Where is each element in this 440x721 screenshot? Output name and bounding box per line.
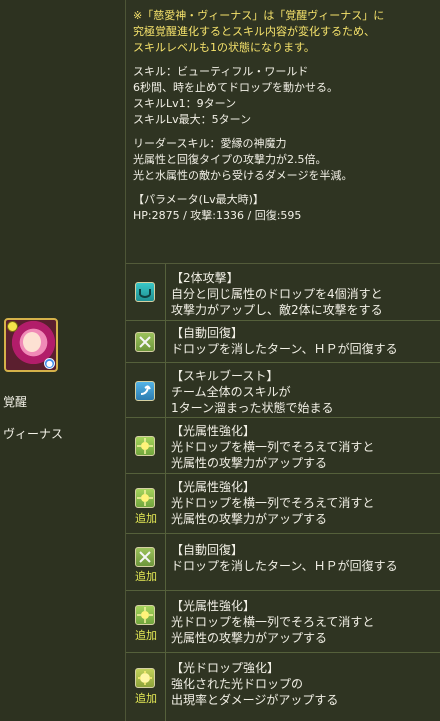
added-tag: 追加 [135, 570, 157, 583]
awakening-title: 【光属性強化】 [171, 424, 256, 438]
character-name-line-1: 覚醒 [3, 395, 28, 409]
leader-skill-desc-2: 光と水属性の敵から受けるダメージを半減。 [133, 169, 353, 182]
awakening-text: 【2体攻撃】 自分と同じ属性のドロップを4個消すと 攻撃力がアップし、敵2体に攻… [171, 270, 383, 318]
awakening-row[interactable]: 追加 【光ドロップ強化】 強化された光ドロップの 出現率とダメージがアップする [126, 653, 440, 721]
light-row-icon [135, 436, 155, 456]
awakening-row[interactable]: 【光属性強化】 光ドロップを横一列でそろえて消すと 光属性の攻撃力がアップする [126, 418, 440, 474]
awakening-title: 【光属性強化】 [171, 599, 256, 613]
blue-a-badge-icon: ● [44, 358, 55, 369]
awakening-line: 光ドロップを横一列でそろえて消すと [171, 496, 375, 510]
awakening-line: 光属性の攻撃力がアップする [171, 631, 328, 645]
added-tag: 追加 [135, 512, 157, 525]
parameter-values: HP:2875 / 攻撃:1336 / 回復:595 [133, 209, 302, 222]
awakening-line: 攻撃力がアップし、敵2体に攻撃をする [171, 303, 383, 317]
light-row-icon [135, 488, 155, 508]
skill-desc: 6秒間、時を止めてドロップを動かせる。 [133, 81, 338, 94]
awakening-line: チーム全体のスキルが [171, 385, 291, 399]
awakening-title: 【自動回復】 [171, 326, 244, 340]
awakening-line: 自分と同じ属性のドロップを4個消すと [171, 287, 383, 301]
awakening-row[interactable]: 追加 【光属性強化】 光ドロップを横一列でそろえて消すと 光属性の攻撃力がアップ… [126, 591, 440, 653]
awakening-text: 【光属性強化】 光ドロップを横一列でそろえて消すと 光属性の攻撃力がアップする [171, 479, 374, 527]
character-panel: ● 覚醒 ヴィーナス [0, 0, 126, 721]
awakening-line: 光属性の攻撃力がアップする [171, 512, 328, 526]
awakening-list: 【2体攻撃】 自分と同じ属性のドロップを4個消すと 攻撃力がアップし、敵2体に攻… [126, 264, 440, 721]
leader-skill-name: リーダースキル：愛縁の神魔力 [133, 137, 287, 150]
awakening-text: 【光ドロップ強化】 強化された光ドロップの 出現率とダメージがアップする [171, 660, 338, 708]
awakening-row[interactable]: 追加 【光属性強化】 光ドロップを横一列でそろえて消すと 光属性の攻撃力がアップ… [126, 474, 440, 534]
awakening-title: 【光ドロップ強化】 [171, 661, 280, 675]
note-line-3: スキルレベルも1の状態になります。 [133, 41, 315, 54]
character-portrait[interactable]: ● [4, 318, 58, 372]
skill-name: スキル：ビューティフル・ワールド [133, 65, 309, 78]
auto-heal-icon [135, 547, 155, 567]
awakening-line: 光ドロップを横一列でそろえて消すと [171, 615, 375, 629]
awakening-text: 【スキルブースト】 チーム全体のスキルが 1ターン溜まった状態で始まる [171, 368, 334, 416]
note-line-1: ※「慈愛神・ヴィーナス」は「覚醒ヴィーナス」に [133, 9, 385, 22]
awakening-title: 【光属性強化】 [171, 480, 256, 494]
character-name-line-2: ヴィーナス [3, 427, 64, 441]
awakening-line: 強化された光ドロップの [171, 677, 304, 691]
yellow-star-badge-icon [7, 321, 18, 332]
awakening-line: 1ターン溜まった状態で始まる [171, 401, 334, 415]
awakening-row[interactable]: 【スキルブースト】 チーム全体のスキルが 1ターン溜まった状態で始まる [126, 363, 440, 418]
skill-boost-icon [135, 381, 155, 401]
awakening-text: 【光属性強化】 光ドロップを横一列でそろえて消すと 光属性の攻撃力がアップする [171, 423, 374, 471]
portrait-face [23, 332, 41, 352]
note-line-2: 究極覚醒進化するとスキル内容が変化するため、 [133, 25, 375, 38]
awakening-text: 【光属性強化】 光ドロップを横一列でそろえて消すと 光属性の攻撃力がアップする [171, 598, 374, 646]
awakening-line: 出現率とダメージがアップする [171, 693, 339, 707]
awakening-row[interactable]: 追加 【自動回復】 ドロップを消したターン、ＨＰが回復する [126, 534, 440, 591]
awakening-line: 光属性の攻撃力がアップする [171, 456, 328, 470]
awakening-line: ドロップを消したターン、ＨＰが回復する [171, 559, 398, 573]
awakening-row[interactable]: 【2体攻撃】 自分と同じ属性のドロップを4個消すと 攻撃力がアップし、敵2体に攻… [126, 264, 440, 321]
added-tag: 追加 [135, 692, 157, 705]
skill-info-panel: ※「慈愛神・ヴィーナス」は「覚醒ヴィーナス」に 究極覚醒進化するとスキル内容が変… [126, 0, 440, 264]
awakening-page: ● 覚醒 ヴィーナス ※「慈愛神・ヴィーナス」は「覚醒ヴィーナス」に 究極覚醒進… [0, 0, 440, 721]
awakening-line: 光ドロップを横一列でそろえて消すと [171, 440, 375, 454]
awakening-text: 【自動回復】 ドロップを消したターン、ＨＰが回復する [171, 325, 398, 357]
light-drop-enhance-icon [135, 668, 155, 688]
character-name: 覚醒 ヴィーナス [3, 378, 63, 442]
awakening-title: 【2体攻撃】 [171, 271, 239, 285]
added-tag: 追加 [135, 629, 157, 642]
skill-lv1: スキルLv1：9ターン [133, 97, 237, 110]
leader-skill-desc-1: 光属性と回復タイプの攻撃力が2.5倍。 [133, 153, 327, 166]
parameter-title: 【パラメータ(Lv最大時)】 [133, 193, 264, 206]
auto-heal-icon [135, 332, 155, 352]
light-row-icon [135, 605, 155, 625]
awakening-text: 【自動回復】 ドロップを消したターン、ＨＰが回復する [171, 542, 398, 574]
awakening-title: 【自動回復】 [171, 543, 244, 557]
skill-info-text: ※「慈愛神・ヴィーナス」は「覚醒ヴィーナス」に 究極覚醒進化するとスキル内容が変… [133, 8, 384, 224]
awakening-title: 【スキルブースト】 [171, 369, 279, 383]
awakening-row[interactable]: 【自動回復】 ドロップを消したターン、ＨＰが回復する [126, 321, 440, 363]
two-target-icon [135, 282, 155, 302]
awakening-line: ドロップを消したターン、ＨＰが回復する [171, 342, 398, 356]
skill-lvmax: スキルLv最大：5ターン [133, 113, 252, 126]
